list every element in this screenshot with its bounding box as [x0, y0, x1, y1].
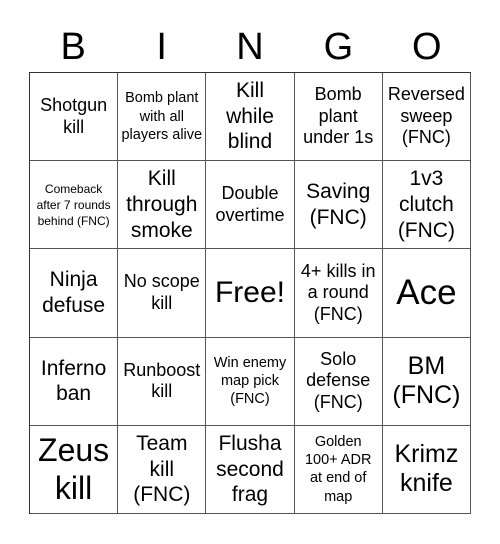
bingo-cell[interactable]: Runboost kill: [118, 337, 207, 426]
bingo-cell[interactable]: Win enemy map pick (FNC): [206, 337, 295, 426]
bingo-cell[interactable]: Shotgun kill: [30, 73, 119, 162]
free-space[interactable]: Free!: [206, 249, 295, 338]
bingo-cell[interactable]: Ace: [382, 249, 471, 338]
bingo-cell[interactable]: Saving (FNC): [294, 161, 383, 250]
bingo-cell[interactable]: Reversed sweep (FNC): [382, 73, 471, 162]
header-letter-i: I: [156, 26, 167, 68]
bingo-cell[interactable]: Bomb plant with all players alive: [118, 73, 207, 162]
bingo-cell[interactable]: BM (FNC): [382, 337, 471, 426]
header-letter-g: G: [323, 26, 354, 68]
bingo-cell[interactable]: Comeback after 7 rounds behind (FNC): [30, 161, 119, 250]
bingo-cell[interactable]: Flusha second frag: [206, 425, 295, 514]
bingo-cell[interactable]: Solo defense (FNC): [294, 337, 383, 426]
header-letter-b: B: [60, 26, 86, 68]
bingo-cell[interactable]: Zeus kill: [30, 425, 119, 514]
bingo-cell[interactable]: Bomb plant under 1s: [294, 73, 383, 162]
bingo-cell[interactable]: Ninja defuse: [30, 249, 119, 338]
bingo-cell[interactable]: Golden 100+ ADR at end of map: [294, 425, 383, 514]
bingo-cell[interactable]: 4+ kills in a round (FNC): [294, 249, 383, 338]
bingo-cell[interactable]: Double overtime: [206, 161, 295, 250]
bingo-cell[interactable]: Kill while blind: [206, 73, 295, 162]
bingo-grid: Shotgun kill Bomb plant with all players…: [29, 72, 471, 514]
bingo-cell[interactable]: Team kill (FNC): [118, 425, 207, 514]
bingo-cell[interactable]: No scope kill: [118, 249, 207, 338]
bingo-cell[interactable]: 1v3 clutch (FNC): [382, 161, 471, 250]
header-letter-n: N: [236, 26, 264, 68]
bingo-cell[interactable]: Inferno ban: [30, 337, 119, 426]
bingo-header: B I N G O: [29, 22, 471, 72]
bingo-cell[interactable]: Kill through smoke: [118, 161, 207, 250]
header-letter-o: O: [412, 26, 442, 68]
bingo-cell[interactable]: Krimz knife: [382, 425, 471, 514]
